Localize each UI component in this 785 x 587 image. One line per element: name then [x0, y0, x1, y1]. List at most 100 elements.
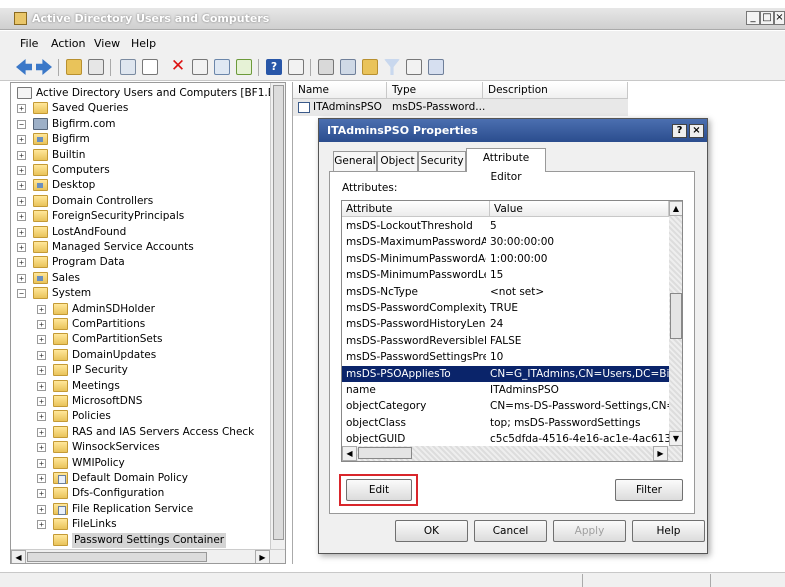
- expand-icon[interactable]: +: [17, 150, 26, 160]
- apply-button[interactable]: Apply: [553, 520, 626, 542]
- tree-scroll-thumb[interactable]: [273, 85, 284, 540]
- collapse-icon[interactable]: −: [17, 119, 26, 129]
- tab-object[interactable]: Object: [377, 151, 418, 171]
- attribute-row[interactable]: objectClass top; msDS-PasswordSettings: [342, 415, 669, 431]
- attributes-horizontal-scrollbar[interactable]: ◀ ▶: [342, 446, 682, 461]
- refresh-icon[interactable]: [214, 59, 230, 75]
- new-group-icon[interactable]: [340, 59, 356, 75]
- expand-icon[interactable]: +: [37, 381, 46, 391]
- tree-item-password-settings-container[interactable]: Password Settings Container: [11, 532, 269, 548]
- close-button[interactable]: ×: [774, 11, 785, 25]
- expand-icon[interactable]: +: [37, 489, 46, 499]
- menu-help[interactable]: Help: [131, 37, 156, 50]
- tree-item-adminsdholder[interactable]: + AdminSDHolder: [11, 302, 269, 317]
- menu-view[interactable]: View: [94, 37, 120, 50]
- forward-icon[interactable]: [36, 59, 52, 75]
- expand-icon[interactable]: +: [17, 196, 26, 206]
- find-icon[interactable]: [406, 59, 422, 75]
- tree-item-winsockservices[interactable]: + WinsockServices: [11, 440, 269, 455]
- expand-icon[interactable]: +: [17, 212, 26, 222]
- tree-item-managed-service-accounts[interactable]: + Managed Service Accounts: [11, 240, 269, 255]
- edit-button[interactable]: Edit: [346, 479, 412, 501]
- tab-attribute-editor[interactable]: Attribute Editor: [466, 148, 546, 183]
- help-button[interactable]: Help: [632, 520, 705, 542]
- tree-item-domain[interactable]: − Bigfirm.com: [11, 117, 269, 132]
- up-folder-icon[interactable]: [66, 59, 82, 75]
- properties-icon[interactable]: [192, 59, 208, 75]
- expand-icon[interactable]: +: [17, 227, 26, 237]
- tree-item-computers[interactable]: + Computers: [11, 163, 269, 178]
- collapse-icon[interactable]: −: [17, 289, 26, 299]
- tree-item-ip-security[interactable]: + IP Security: [11, 363, 269, 378]
- tree-item-file-replication-service[interactable]: + File Replication Service: [11, 502, 269, 517]
- attribute-row[interactable]: msDS-MinimumPasswordLe... 15: [342, 267, 669, 283]
- tab-general[interactable]: General: [333, 151, 377, 171]
- tree-item-domain-controllers[interactable]: + Domain Controllers: [11, 194, 269, 209]
- expand-icon[interactable]: +: [17, 273, 26, 283]
- cut-icon[interactable]: [120, 59, 136, 75]
- cancel-button[interactable]: Cancel: [474, 520, 547, 542]
- attribute-row[interactable]: msDS-LockoutThreshold 5: [342, 218, 669, 234]
- scroll-right-icon[interactable]: ▶: [255, 550, 270, 563]
- copy-icon[interactable]: [142, 59, 158, 75]
- tree-vertical-scrollbar[interactable]: [270, 83, 285, 549]
- back-icon[interactable]: [16, 59, 32, 75]
- expand-icon[interactable]: +: [17, 243, 26, 252]
- tree-item-bigfirm[interactable]: + Bigfirm: [11, 132, 269, 147]
- tree-item-lostandfound[interactable]: + LostAndFound: [11, 225, 269, 240]
- tree-item-filelinks[interactable]: + FileLinks: [11, 517, 269, 532]
- tree-item-domainupdates[interactable]: + DomainUpdates: [11, 348, 269, 363]
- help-icon[interactable]: ?: [266, 59, 282, 75]
- tree-horizontal-scrollbar[interactable]: ◀ ▶: [11, 549, 285, 563]
- attribute-row[interactable]: msDS-PasswordHistoryLength 24: [342, 316, 669, 332]
- scroll-left-icon[interactable]: ◀: [11, 550, 26, 563]
- attribute-row[interactable]: msDS-PasswordReversibleE... FALSE: [342, 333, 669, 349]
- delete-icon[interactable]: ✕: [170, 58, 186, 75]
- column-header-attribute[interactable]: Attribute: [342, 201, 490, 217]
- expand-icon[interactable]: +: [17, 258, 26, 268]
- expand-icon[interactable]: +: [37, 458, 46, 468]
- tree-item-wmipolicy[interactable]: + WMIPolicy: [11, 456, 269, 471]
- export-list-icon[interactable]: [236, 59, 252, 75]
- tree-item-program-data[interactable]: + Program Data: [11, 255, 269, 270]
- maximize-button[interactable]: □: [760, 11, 774, 25]
- tree-item-foreignsecurityprincipals[interactable]: + ForeignSecurityPrincipals: [11, 209, 269, 224]
- tree-item-compartitions[interactable]: + ComPartitions: [11, 317, 269, 332]
- scroll-down-icon[interactable]: ▼: [669, 431, 682, 446]
- add-to-group-icon[interactable]: [428, 59, 444, 75]
- scroll-right-icon[interactable]: ▶: [653, 446, 668, 461]
- attributes-vertical-scrollbar[interactable]: ▲ ▼: [669, 201, 682, 446]
- expand-icon[interactable]: +: [37, 443, 46, 453]
- expand-icon[interactable]: +: [17, 181, 26, 191]
- menu-file[interactable]: File: [20, 37, 38, 50]
- attribute-row[interactable]: objectCategory CN=ms-DS-Password-Settings…: [342, 398, 669, 414]
- filter-icon[interactable]: [384, 59, 400, 75]
- minimize-button[interactable]: _: [746, 11, 760, 25]
- tree-item-system[interactable]: − System: [11, 286, 269, 301]
- column-header-type[interactable]: Type: [387, 82, 483, 99]
- menu-action[interactable]: Action: [51, 37, 85, 50]
- attributes-hscroll-thumb[interactable]: [358, 447, 412, 459]
- expand-icon[interactable]: +: [37, 366, 46, 376]
- tree-root[interactable]: Active Directory Users and Computers [BF…: [11, 86, 285, 101]
- tree-item-builtin[interactable]: + Builtin: [11, 148, 269, 163]
- tree-hscroll-thumb[interactable]: [27, 552, 207, 562]
- column-header-value[interactable]: Value: [490, 201, 669, 217]
- tree-item-saved-queries[interactable]: + Saved Queries: [11, 101, 269, 116]
- expand-icon[interactable]: +: [37, 320, 46, 329]
- expand-icon[interactable]: +: [37, 504, 46, 514]
- expand-icon[interactable]: +: [37, 350, 46, 360]
- tab-security[interactable]: Security: [418, 151, 466, 171]
- tree-item-sales[interactable]: + Sales: [11, 271, 269, 286]
- tree-item-default-domain-policy[interactable]: + Default Domain Policy: [11, 471, 269, 486]
- scroll-up-icon[interactable]: ▲: [669, 201, 682, 216]
- attribute-row[interactable]: name ITAdminsPSO: [342, 382, 669, 398]
- column-header-description[interactable]: Description: [483, 82, 628, 99]
- expand-icon[interactable]: +: [37, 412, 46, 422]
- expand-icon[interactable]: +: [17, 135, 26, 145]
- tree-item-meetings[interactable]: + Meetings: [11, 379, 269, 394]
- expand-icon[interactable]: +: [37, 335, 46, 345]
- tree-item-desktop[interactable]: + Desktop: [11, 178, 269, 193]
- dialog-close-button[interactable]: ×: [689, 124, 704, 138]
- tree-item-policies[interactable]: + Policies: [11, 409, 269, 424]
